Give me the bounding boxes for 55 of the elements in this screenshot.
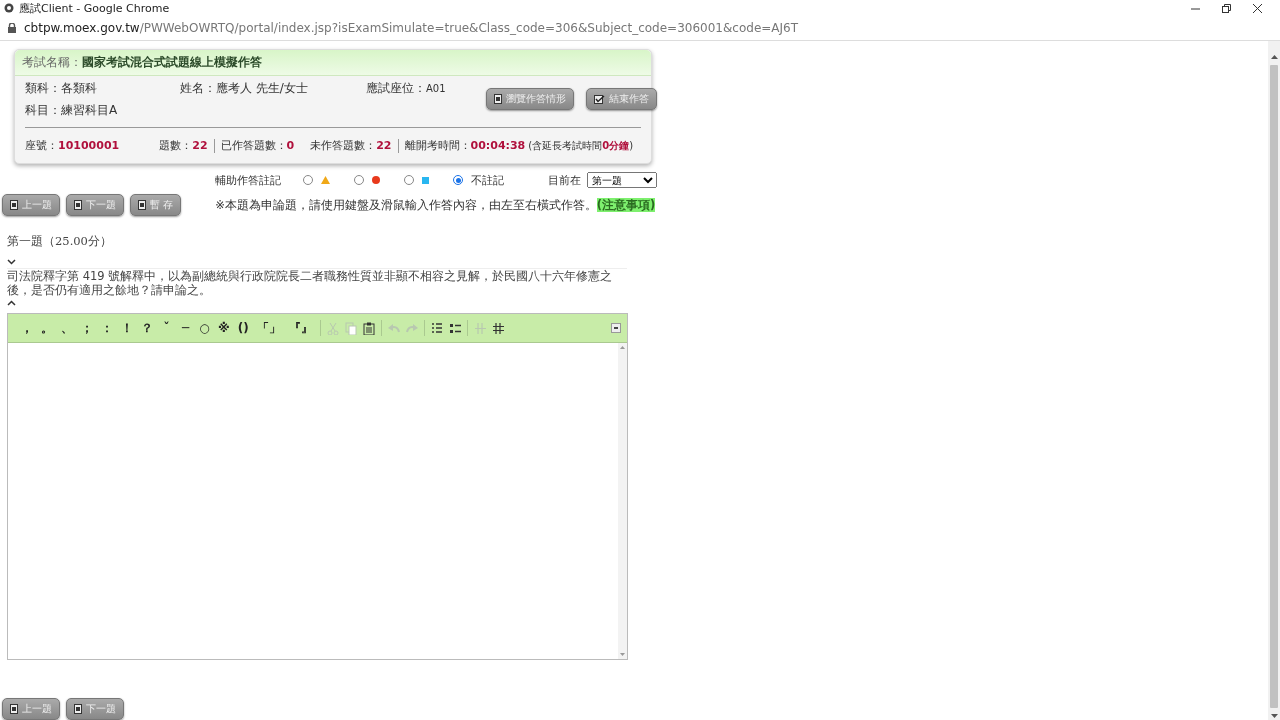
scroll-up-icon[interactable]	[1270, 55, 1278, 59]
mark-label: 輔助作答註記	[215, 172, 282, 188]
instruction-text: ※本題為申論題，請使用鍵盤及滑鼠輸入作答內容，由左至右橫式作答。	[215, 198, 597, 212]
document-icon	[74, 704, 82, 714]
question-select[interactable]: 第一題	[587, 172, 658, 188]
symbol-button[interactable]: ：	[97, 319, 117, 337]
symbol-button[interactable]: 「」	[252, 319, 285, 337]
option-label: 不註記	[471, 172, 505, 188]
symbol-button[interactable]: ？	[137, 319, 157, 337]
restore-icon[interactable]	[1222, 3, 1231, 13]
symbol-button[interactable]: ，	[17, 319, 37, 337]
window-title: 應試Client - Google Chrome	[19, 0, 170, 16]
minimize-editor-icon[interactable]	[611, 323, 621, 333]
document-icon	[10, 704, 18, 714]
close-icon[interactable]	[1253, 3, 1262, 13]
symbol-button[interactable]: 、	[57, 319, 77, 337]
document-icon	[74, 200, 82, 210]
lock-icon	[8, 23, 16, 33]
symbol-button[interactable]: ()	[233, 321, 253, 335]
scroll-down-icon[interactable]	[1270, 714, 1278, 718]
stat-text: 離開考時間：00:04:38	[404, 138, 526, 153]
stat-text: 已作答題數：0	[220, 138, 295, 153]
document-icon	[494, 94, 502, 104]
symbol-button[interactable]: ※	[214, 321, 234, 335]
symbol-button[interactable]: ─	[176, 321, 195, 335]
checkbox-icon	[594, 94, 605, 104]
expand-icon[interactable]	[7, 300, 16, 306]
notes-link[interactable]: (注意事項)	[596, 198, 656, 212]
url-text[interactable]: cbtpw.moex.gov.tw/PWWebOWRTQ/portal/index.jsp?isExamSimulate=true&Class_code=306&Subject_code=306001&code=AJ6T	[24, 21, 799, 35]
radio-button[interactable]	[354, 175, 365, 185]
question-text: 司法院釋字第 419 號解釋中，以為副總統與行政院院長二者職務性質並非顯不相容之見解，於民國八十六年修憲之後，是否仍有適用之餘地？請申論之。	[7, 268, 627, 297]
info-text: 類科：各類科	[25, 80, 98, 97]
info-text: 姓名：應考人 先生/女士	[180, 80, 309, 97]
collapse-icon[interactable]	[7, 259, 16, 265]
info-text: 應試座位：A01	[366, 80, 447, 97]
question-title: 第一題（25.00分）	[7, 234, 113, 249]
radio-button[interactable]	[453, 175, 464, 185]
stat-text: 題數：22	[159, 138, 208, 153]
stat-text: 座號：10100001	[25, 138, 120, 153]
symbol-button[interactable]: ˇ	[157, 321, 176, 335]
exam-title-bar: 考試名稱：國家考試混合式試題線上模擬作答	[15, 50, 651, 76]
symbol-button[interactable]: 。	[37, 319, 57, 337]
symbol-button[interactable]: 『』	[284, 319, 317, 337]
symbol-button[interactable]: ；	[77, 319, 97, 337]
app-icon	[4, 3, 14, 13]
current-label: 目前在	[548, 172, 582, 188]
radio-button[interactable]	[303, 175, 314, 185]
symbol-button[interactable]: ！	[117, 319, 137, 337]
radio-button[interactable]	[404, 175, 415, 185]
document-icon	[10, 200, 18, 210]
document-icon	[138, 200, 146, 210]
time-note: (含延長考試時間0分鐘)	[528, 138, 634, 153]
stat-text: 未作答題數：22	[310, 138, 392, 153]
info-text: 科目：練習科目A	[25, 102, 119, 119]
symbol-button[interactable]: ○	[195, 321, 214, 335]
